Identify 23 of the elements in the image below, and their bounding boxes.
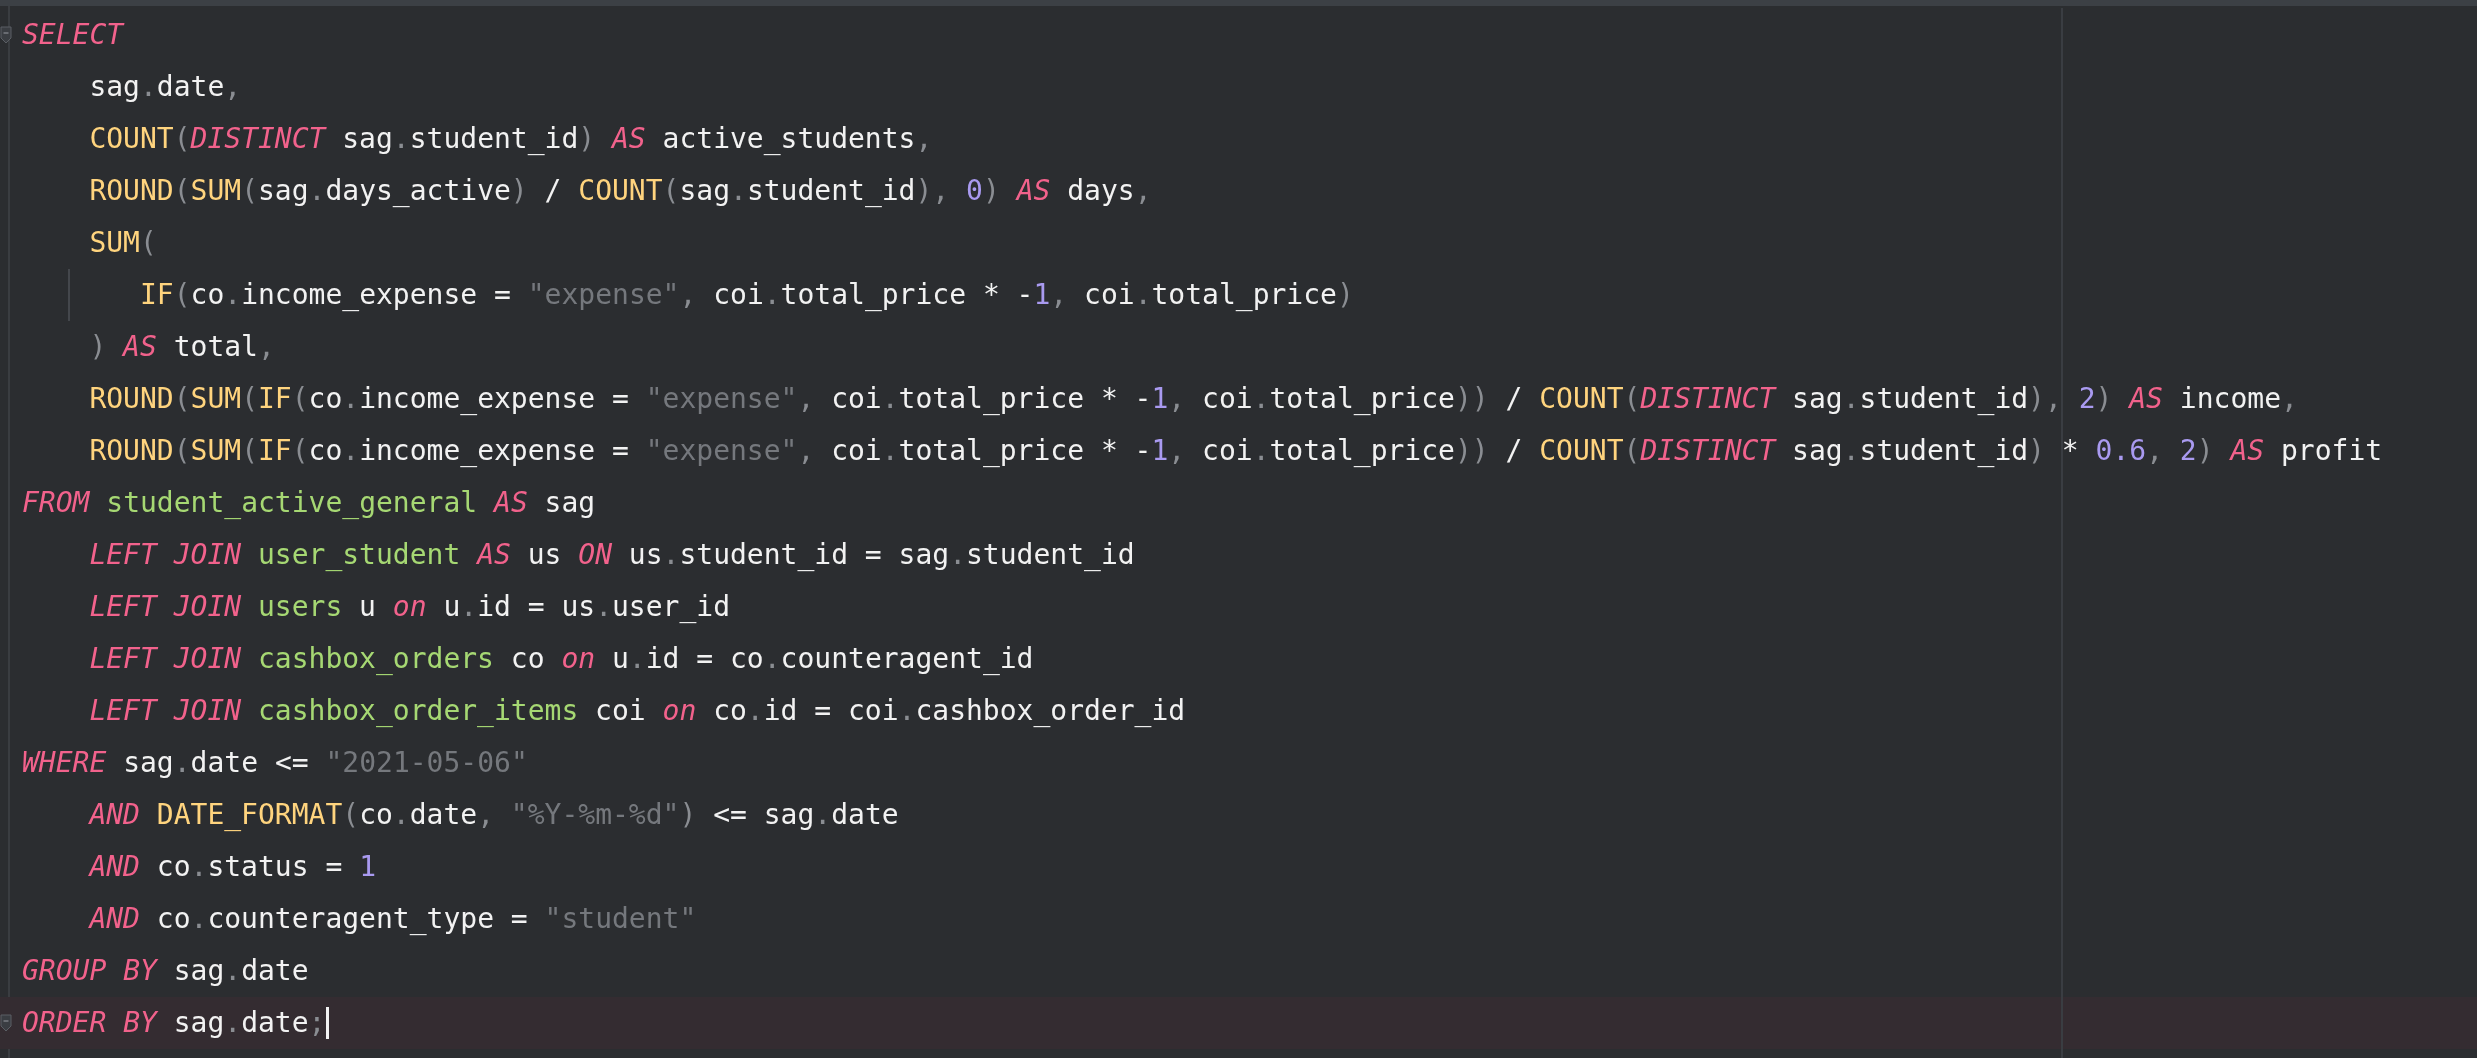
code-line[interactable]: ROUND(SUM(sag.days_active) / COUNT(sag.student_id), 0) AS days,	[89, 174, 1152, 208]
code-line[interactable]: ) AS total,	[89, 330, 275, 364]
fold-marker-icon[interactable]	[0, 26, 12, 44]
fold-marker-icon[interactable]	[0, 1014, 12, 1032]
code-line[interactable]: ROUND(SUM(IF(co.income_expense = "expense", coi.total_price * -1, coi.total_price)) / COUNT(DISTINCT sag.student_id) * 0.6, 2) AS profit	[89, 434, 2383, 468]
code-line[interactable]: LEFT JOIN cashbox_order_items coi on co.id = coi.cashbox_order_id	[89, 694, 1186, 728]
code-line[interactable]: AND DATE_FORMAT(co.date, "%Y-%m-%d") <= sag.date	[89, 798, 899, 832]
code-line[interactable]: sag.date,	[89, 70, 242, 104]
code-line[interactable]: AND co.status = 1	[89, 850, 376, 884]
code-line[interactable]: FROM student_active_general AS sag	[22, 486, 596, 520]
code-line[interactable]: GROUP BY sag.date	[22, 954, 309, 988]
code-line[interactable]: SUM(	[89, 226, 157, 260]
code-line[interactable]: LEFT JOIN users u on u.id = us.user_id	[89, 590, 731, 624]
code-line[interactable]: WHERE sag.date <= "2021-05-06"	[22, 746, 528, 780]
code-line[interactable]: LEFT JOIN cashbox_orders co on u.id = co.counteragent_id	[89, 642, 1034, 676]
code-line[interactable]: IF(co.income_expense = "expense", coi.total_price * -1, coi.total_price)	[140, 278, 1354, 312]
code-line[interactable]: ROUND(SUM(IF(co.income_expense = "expense", coi.total_price * -1, coi.total_price)) / COUNT(DISTINCT sag.student_id), 2) AS income,	[89, 382, 2298, 416]
code-line[interactable]: SELECT	[22, 18, 124, 52]
code-line[interactable]: COUNT(DISTINCT sag.student_id) AS active_students,	[89, 122, 933, 156]
text-cursor	[326, 1007, 330, 1039]
code-line[interactable]: AND co.counteragent_type = "student"	[89, 902, 697, 936]
code-line[interactable]: ORDER BY sag.date;	[22, 1006, 326, 1040]
code-line[interactable]: LEFT JOIN user_student AS us ON us.student_id = sag.student_id	[89, 538, 1135, 572]
